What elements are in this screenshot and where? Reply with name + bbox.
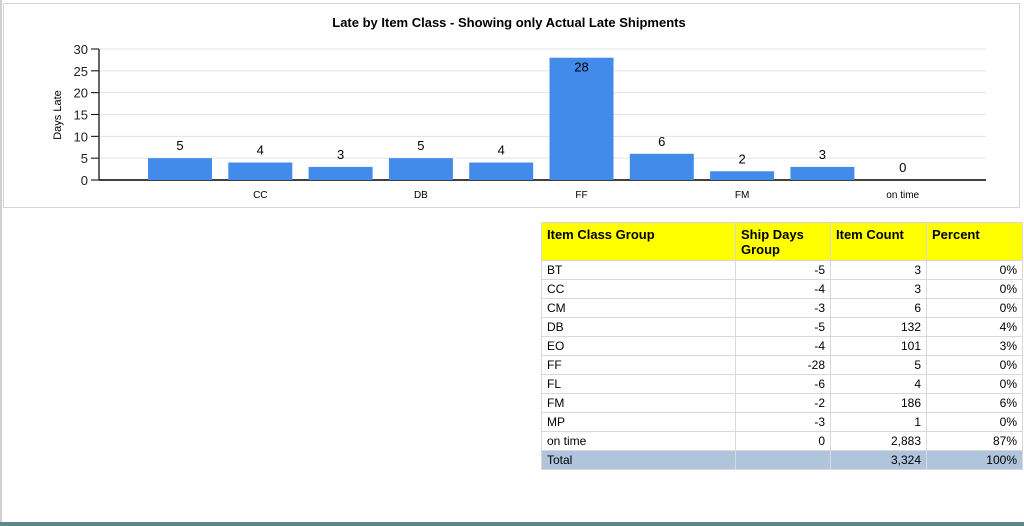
table-cell: -5 xyxy=(735,317,831,337)
table-row: on time 0 2,883 87% xyxy=(541,431,1023,451)
bar-FF xyxy=(549,57,614,180)
y-axis-label: Days Late xyxy=(52,90,64,140)
x-tick-label: on time xyxy=(886,190,919,201)
bar-BT xyxy=(148,158,212,180)
y-tick-label: 10 xyxy=(74,129,88,144)
y-tick-label: 0 xyxy=(81,173,88,188)
table-row: MP -3 1 0% xyxy=(541,412,1023,432)
table-cell: -6 xyxy=(735,374,831,394)
table-cell: on time xyxy=(541,431,736,451)
table-cell: 0% xyxy=(926,412,1023,432)
table-cell: FF xyxy=(541,355,736,375)
x-tick-label: FM xyxy=(735,190,749,201)
table-cell: -5 xyxy=(735,260,831,280)
table-cell: EO xyxy=(541,336,736,356)
table-cell: 100% xyxy=(926,450,1023,470)
bar-FL xyxy=(629,153,694,180)
y-tick-label: 20 xyxy=(74,86,88,101)
y-tick-label: 25 xyxy=(74,64,88,79)
table-cell: FL xyxy=(541,374,736,394)
bar-FM xyxy=(710,171,775,180)
data-label: 28 xyxy=(574,60,588,75)
y-tick-label: 30 xyxy=(74,42,88,57)
table-cell: 2,883 xyxy=(830,431,927,451)
column-header: Item Count xyxy=(830,222,927,261)
table-cell: Total xyxy=(541,450,736,470)
data-label: 5 xyxy=(417,138,424,153)
item-class-table: Item Class Group Ship Days Group Item Coun… xyxy=(541,222,1023,470)
table-cell: -3 xyxy=(735,412,831,432)
table-cell: -28 xyxy=(735,355,831,375)
column-header: Ship Days Group xyxy=(735,222,831,261)
data-label: 4 xyxy=(257,143,264,158)
data-label: 0 xyxy=(899,160,906,175)
window-border xyxy=(0,0,2,526)
table-cell: 0% xyxy=(926,355,1023,375)
data-label: 4 xyxy=(498,143,505,158)
data-label: 2 xyxy=(738,151,745,166)
table-cell: 4 xyxy=(830,374,927,394)
table-cell: FM xyxy=(541,393,736,413)
bar-CM xyxy=(308,166,373,180)
data-label: 5 xyxy=(176,138,183,153)
table-cell: 0% xyxy=(926,298,1023,318)
table-row: CC -4 3 0% xyxy=(541,279,1023,299)
bar-MP xyxy=(790,166,855,180)
table-cell: 1 xyxy=(830,412,927,432)
table-cell: 0 xyxy=(735,431,831,451)
table-cell: 4% xyxy=(926,317,1023,337)
table-cell: 186 xyxy=(830,393,927,413)
chart-panel: Late by Item Class - Showing only Actual… xyxy=(3,3,1020,208)
table-cell xyxy=(735,450,831,470)
table-cell: 87% xyxy=(926,431,1023,451)
bar-DB xyxy=(388,158,453,180)
table-cell: -4 xyxy=(735,279,831,299)
chart-title: Late by Item Class - Showing only Actual… xyxy=(332,15,685,30)
table-cell: 3,324 xyxy=(830,450,927,470)
x-tick-label: FF xyxy=(575,190,587,201)
column-header: Item Class Group xyxy=(541,222,736,261)
table-cell: CC xyxy=(541,279,736,299)
table-cell: -4 xyxy=(735,336,831,356)
table-header-row: Item Class Group Ship Days Group Item Coun… xyxy=(541,222,1023,261)
table-cell: 5 xyxy=(830,355,927,375)
table-cell: 3 xyxy=(830,260,927,280)
data-label: 3 xyxy=(337,147,344,162)
bar-chart: Late by Item Class - Showing only Actual… xyxy=(52,15,986,201)
table-cell: BT xyxy=(541,260,736,280)
table-row: FM -2 186 6% xyxy=(541,393,1023,413)
data-label: 3 xyxy=(819,147,826,162)
table-cell: 3% xyxy=(926,336,1023,356)
table-cell: 0% xyxy=(926,279,1023,299)
table-cell: 132 xyxy=(830,317,927,337)
table-cell: 0% xyxy=(926,260,1023,280)
bar-CC xyxy=(228,162,293,180)
x-tick-label: DB xyxy=(414,190,428,201)
table-cell: DB xyxy=(541,317,736,337)
data-label: 6 xyxy=(658,134,665,149)
table-row: BT -5 3 0% xyxy=(541,260,1023,280)
bottom-border xyxy=(0,522,1024,526)
table-row: CM -3 6 0% xyxy=(541,298,1023,318)
x-tick-label: CC xyxy=(253,190,267,201)
table-row: EO -4 101 3% xyxy=(541,336,1023,356)
table-row: FL -6 4 0% xyxy=(541,374,1023,394)
table-cell: MP xyxy=(541,412,736,432)
table-cell: CM xyxy=(541,298,736,318)
table-row: DB -5 132 4% xyxy=(541,317,1023,337)
table-cell: 0% xyxy=(926,374,1023,394)
table-cell: 6% xyxy=(926,393,1023,413)
table-cell: 3 xyxy=(830,279,927,299)
table-cell: -3 xyxy=(735,298,831,318)
column-header: Percent xyxy=(926,222,1023,261)
bar-EO xyxy=(469,162,534,180)
total-row: Total 3,324 100% xyxy=(541,450,1023,470)
table-row: FF -28 5 0% xyxy=(541,355,1023,375)
y-tick-label: 5 xyxy=(81,151,88,166)
table-cell: 6 xyxy=(830,298,927,318)
table-cell: 101 xyxy=(830,336,927,356)
table-cell: -2 xyxy=(735,393,831,413)
y-tick-label: 15 xyxy=(74,108,88,123)
